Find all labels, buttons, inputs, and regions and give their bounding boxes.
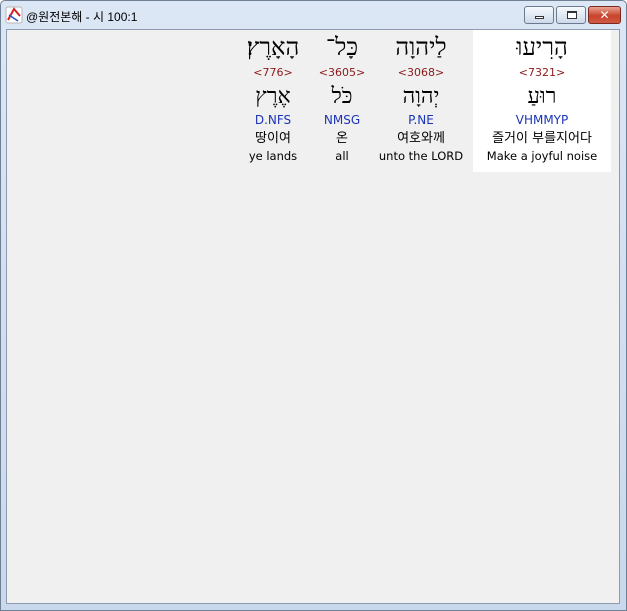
morphology-code: D.NFS (254, 113, 292, 127)
interlinear-view[interactable]: הָרִיעוּ <7321> רוּעַ VHMMYP 즐거이 부를지어다 M… (6, 29, 620, 604)
hebrew-lemma: אֶרֶץ (255, 84, 291, 109)
korean-gloss: 온 (336, 131, 348, 146)
english-gloss: Make a joyful noise (486, 149, 598, 163)
english-gloss: ye lands (248, 149, 298, 163)
hebrew-word: הָרִיעוּ (516, 33, 568, 61)
hebrew-lemma: רוּעַ (527, 84, 557, 109)
maximize-button[interactable] (556, 6, 586, 24)
english-gloss: unto the LORD (378, 149, 464, 163)
korean-gloss: 땅이여 (255, 131, 291, 146)
strong-number[interactable]: <3605> (314, 66, 370, 80)
morphology-code: P.NE (408, 113, 434, 127)
morphology-code: VHMMYP (515, 113, 569, 127)
hebrew-word: הָאָרֶץ׃ (246, 33, 300, 61)
hebrew-word: כָּל־ (325, 33, 359, 61)
minimize-button[interactable] (524, 6, 554, 24)
title-bar[interactable]: @원전본해 - 시 100:1 ✕ (1, 1, 626, 29)
app-logo-icon (5, 6, 23, 24)
close-icon: ✕ (599, 8, 610, 22)
korean-gloss: 여호와께 (397, 131, 445, 146)
app-window: @원전본해 - 시 100:1 ✕ הָרִיעוּ <7321> רוּעַ … (0, 0, 627, 611)
word-column-2[interactable]: לַיהוָה <3068> יְהוָה P.NE 여호와께 unto the… (375, 30, 467, 172)
strong-number[interactable]: <776> (239, 66, 307, 80)
korean-gloss: 즐거이 부를지어다 (492, 131, 592, 146)
hebrew-lemma: כֹּל (331, 84, 353, 109)
english-gloss: all (335, 149, 349, 163)
word-column-3[interactable]: כָּל־ <3605> כֹּל NMSG 온 all (314, 30, 370, 172)
window-title: @원전본해 - 시 100:1 (26, 10, 138, 24)
close-button[interactable]: ✕ (588, 6, 621, 24)
word-column-1[interactable]: הָרִיעוּ <7321> רוּעַ VHMMYP 즐거이 부를지어다 M… (473, 30, 611, 172)
strong-number[interactable]: <7321> (473, 66, 611, 80)
hebrew-word: לַיהוָה (395, 33, 447, 61)
hebrew-lemma: יְהוָה (402, 84, 440, 109)
word-column-4[interactable]: הָאָרֶץ׃ <776> אֶרֶץ D.NFS 땅이여 ye lands (239, 30, 307, 172)
strong-number[interactable]: <3068> (375, 66, 467, 80)
morphology-code: NMSG (323, 113, 361, 127)
